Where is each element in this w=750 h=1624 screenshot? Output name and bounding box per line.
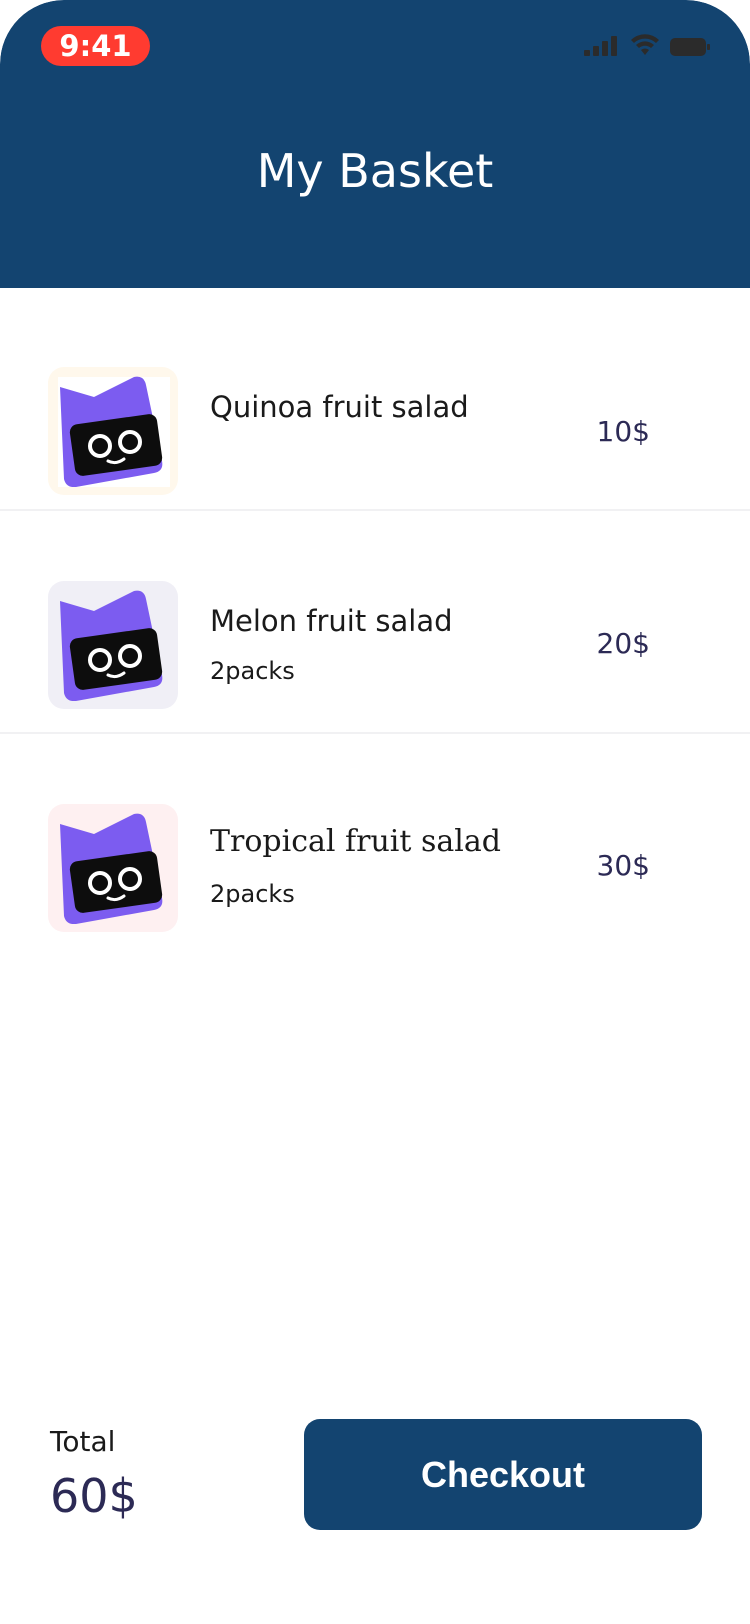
- item-name: Quinoa fruit salad: [210, 390, 469, 424]
- basket-list: Quinoa fruit salad 10$ Melon fruit salad…: [0, 288, 750, 957]
- basket-item[interactable]: Tropical fruit salad 2packs 30$: [0, 734, 750, 957]
- mascot-icon: [60, 590, 163, 701]
- product-thumbnail: [48, 581, 178, 709]
- header: 9:41 My Basket: [0, 0, 750, 288]
- status-icons: [584, 34, 714, 58]
- item-price: 10$: [596, 415, 650, 448]
- item-name: Melon fruit salad: [210, 604, 453, 638]
- total-label: Total: [50, 1425, 116, 1458]
- basket-item[interactable]: Melon fruit salad 2packs 20$: [0, 511, 750, 734]
- item-name: Tropical fruit salad: [210, 824, 501, 859]
- mascot-icon: [60, 376, 163, 487]
- signal-icon: [584, 36, 617, 56]
- mascot-icon: [60, 813, 163, 924]
- item-price: 20$: [596, 627, 650, 660]
- checkout-button[interactable]: Checkout: [304, 1419, 702, 1530]
- wifi-icon: [631, 34, 659, 55]
- screen: 9:41 My Basket Quinoa fruit salad 10$ Me…: [0, 0, 750, 1624]
- item-price: 30$: [596, 849, 650, 882]
- battery-icon: [670, 38, 710, 56]
- item-quantity: 2packs: [210, 657, 295, 685]
- item-quantity: 2packs: [210, 880, 295, 908]
- status-time: 9:41: [41, 26, 150, 66]
- page-title: My Basket: [256, 144, 494, 198]
- total-value: 60$: [50, 1469, 138, 1523]
- basket-item[interactable]: Quinoa fruit salad 10$: [0, 288, 750, 511]
- product-thumbnail: [48, 367, 178, 495]
- product-thumbnail: [48, 804, 178, 932]
